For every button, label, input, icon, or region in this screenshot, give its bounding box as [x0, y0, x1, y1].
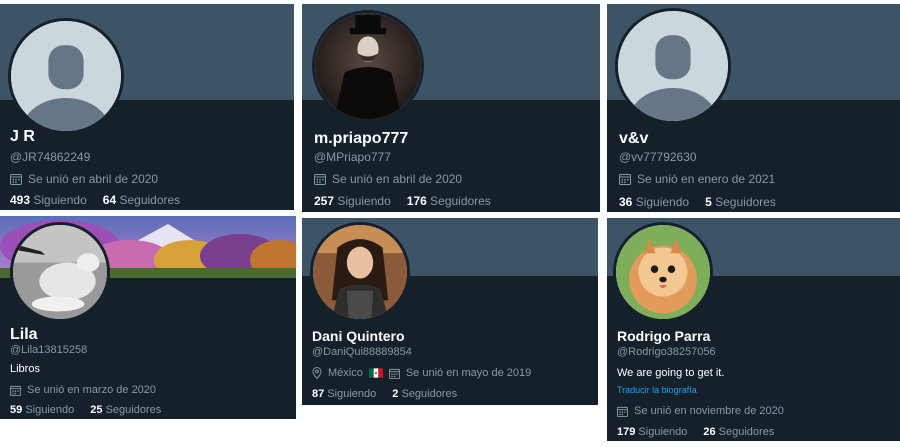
following-link[interactable]: 257 Siguiendo [314, 194, 391, 208]
profile-name[interactable]: m.priapo777 [314, 130, 408, 148]
followers-link[interactable]: 26 Seguidores [703, 426, 774, 438]
following-link[interactable]: 59 Siguiendo [10, 404, 74, 416]
avatar[interactable] [613, 222, 713, 322]
woman-photo-icon [313, 225, 407, 319]
followers-link[interactable]: 64 Seguidores [103, 193, 180, 207]
profile-name[interactable]: Lila [10, 326, 38, 344]
followers-label: Seguidores [715, 195, 776, 209]
following-link[interactable]: 36 Siguiendo [619, 195, 689, 209]
masked-figure-photo-icon [315, 13, 421, 119]
following-link[interactable]: 87 Siguiendo [312, 388, 376, 400]
followers-count: 64 [102, 193, 117, 207]
join-date-text: Se unió en marzo de 2020 [27, 384, 157, 396]
profile-handle: @Lila13815258 [10, 344, 88, 356]
profile-handle: @vv77792630 [619, 150, 697, 164]
following-link[interactable]: 179 Siguiendo [617, 426, 687, 438]
join-date-text: Se unió en enero de 2021 [637, 172, 776, 186]
mexico-flag-icon [368, 368, 383, 378]
avatar[interactable] [8, 18, 124, 134]
following-label: Siguiendo [635, 195, 690, 209]
followers-link[interactable]: 25 Seguidores [90, 404, 161, 416]
avatar[interactable] [615, 8, 731, 124]
following-label: Siguiendo [638, 426, 688, 438]
followers-label: Seguidores [430, 194, 491, 208]
profile-meta: México Se unió en mayo de 2019 [312, 367, 531, 379]
followers-count: 176 [406, 194, 427, 208]
followers-link[interactable]: 2 Seguidores [392, 388, 457, 400]
calendar-icon [619, 174, 631, 185]
location-text: México [328, 367, 363, 379]
following-label: Siguiendo [25, 404, 75, 416]
followers-label: Seguidores [119, 193, 181, 207]
join-date-text: Se unió en abril de 2020 [332, 172, 463, 186]
calendar-icon [10, 385, 21, 396]
location-pin-icon [312, 367, 322, 379]
join-date: Se unió en enero de 2021 [619, 172, 775, 186]
profile-stats: 87 Siguiendo 2 Seguidores [312, 388, 457, 400]
pomeranian-dog-photo-icon [616, 225, 710, 319]
followers-count: 26 [703, 426, 716, 438]
following-count: 179 [617, 426, 636, 438]
following-count: 257 [314, 194, 335, 208]
following-count: 59 [10, 404, 23, 416]
avatar[interactable] [312, 10, 424, 122]
avatar[interactable] [310, 222, 410, 322]
following-count: 493 [10, 193, 31, 207]
join-date-text: Se unió en abril de 2020 [28, 172, 159, 186]
profile-card-rodrigo[interactable]: Rodrigo Parra @Rodrigo38257056 We are go… [607, 218, 900, 441]
default-avatar-icon [11, 21, 121, 131]
profile-handle: @MPriapo777 [314, 150, 391, 164]
profile-name[interactable]: J R [10, 128, 35, 146]
default-avatar-icon [618, 11, 728, 121]
profile-stats: 179 Siguiendo 26 Seguidores [617, 426, 774, 438]
followers-count: 2 [392, 388, 399, 400]
profile-bio: Libros [10, 363, 40, 375]
calendar-icon [314, 174, 326, 185]
join-date: Se unió en abril de 2020 [314, 172, 462, 186]
followers-count: 25 [90, 404, 103, 416]
profile-card-jr[interactable]: J R @JR74862249 Se unió en abril de 2020… [0, 4, 294, 210]
profile-name[interactable]: Rodrigo Parra [617, 328, 710, 344]
followers-label: Seguidores [718, 426, 775, 438]
join-date: Se unió en marzo de 2020 [10, 384, 156, 396]
profile-stats: 59 Siguiendo 25 Seguidores [10, 404, 161, 416]
profile-stats: 36 Siguiendo 5 Seguidores [619, 195, 776, 209]
join-date: Se unió en noviembre de 2020 [617, 405, 784, 417]
translate-bio-link[interactable]: Traducir la biografía [617, 385, 697, 395]
profile-card-vv[interactable]: v&v @vv77792630 Se unió en enero de 2021… [607, 4, 900, 212]
profile-bio: We are going to get it. [617, 367, 725, 379]
profile-stats: 493 Siguiendo 64 Seguidores [10, 193, 180, 207]
profile-handle: @Rodrigo38257056 [617, 346, 716, 358]
profile-card-lila[interactable]: Lila @Lila13815258 Libros Se unió en mar… [0, 216, 296, 419]
calendar-icon [10, 174, 22, 185]
followers-label: Seguidores [105, 404, 162, 416]
profile-name[interactable]: v&v [619, 130, 648, 148]
profile-handle: @DaniQui88889854 [312, 346, 412, 358]
following-count: 87 [312, 388, 325, 400]
join-date-text: Se unió en mayo de 2019 [405, 367, 532, 379]
calendar-icon [617, 406, 628, 417]
avatar[interactable] [10, 222, 110, 322]
join-date: Se unió en abril de 2020 [10, 172, 158, 186]
profile-card-dani[interactable]: Dani Quintero @DaniQui88889854 México Se… [302, 218, 598, 405]
calendar-icon [388, 368, 400, 379]
followers-link[interactable]: 5 Seguidores [705, 195, 776, 209]
profile-handle: @JR74862249 [10, 150, 91, 164]
following-label: Siguiendo [337, 194, 391, 208]
polar-bear-photo-icon [13, 225, 107, 319]
followers-label: Seguidores [401, 388, 458, 400]
join-date-text: Se unió en noviembre de 2020 [634, 405, 784, 417]
following-label: Siguiendo [327, 388, 377, 400]
followers-count: 5 [705, 195, 712, 209]
profile-name[interactable]: Dani Quintero [312, 328, 405, 344]
following-count: 36 [619, 195, 633, 209]
profile-card-mpriapo[interactable]: m.priapo777 @MPriapo777 Se unió en abril… [302, 4, 600, 212]
following-label: Siguiendo [33, 193, 87, 207]
profile-stats: 257 Siguiendo 176 Seguidores [314, 194, 491, 208]
followers-link[interactable]: 176 Seguidores [407, 194, 491, 208]
following-link[interactable]: 493 Siguiendo [10, 193, 87, 207]
